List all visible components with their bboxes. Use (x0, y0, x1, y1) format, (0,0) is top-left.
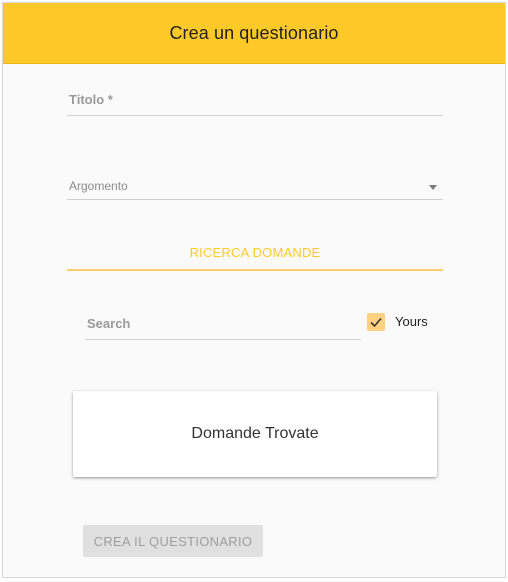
questionnaire-card: Crea un questionario Titolo * Argomento … (2, 2, 506, 578)
titolo-label: Titolo * (69, 92, 113, 107)
page-title: Crea un questionario (169, 22, 339, 43)
checkmark-icon (370, 317, 382, 328)
results-card: Domande Trovate (73, 391, 437, 477)
argomento-select[interactable]: Argomento (67, 179, 443, 200)
tab-label: RICERCA DOMANDE (189, 244, 321, 260)
yours-label[interactable]: Yours (395, 314, 428, 329)
search-label: Search (87, 316, 131, 331)
create-questionnaire-button[interactable]: CREA IL QUESTIONARIO (83, 525, 263, 557)
header-bar: Crea un questionario (3, 3, 505, 64)
results-title: Domande Trovate (191, 425, 319, 442)
titolo-field[interactable]: Titolo * (67, 92, 443, 116)
tab-ricerca-domande[interactable]: RICERCA DOMANDE (67, 235, 443, 271)
dropdown-arrow-icon[interactable] (429, 185, 437, 190)
search-input[interactable]: Search (85, 316, 361, 340)
yours-checkbox[interactable] (367, 313, 385, 331)
argomento-label: Argomento (69, 179, 128, 193)
